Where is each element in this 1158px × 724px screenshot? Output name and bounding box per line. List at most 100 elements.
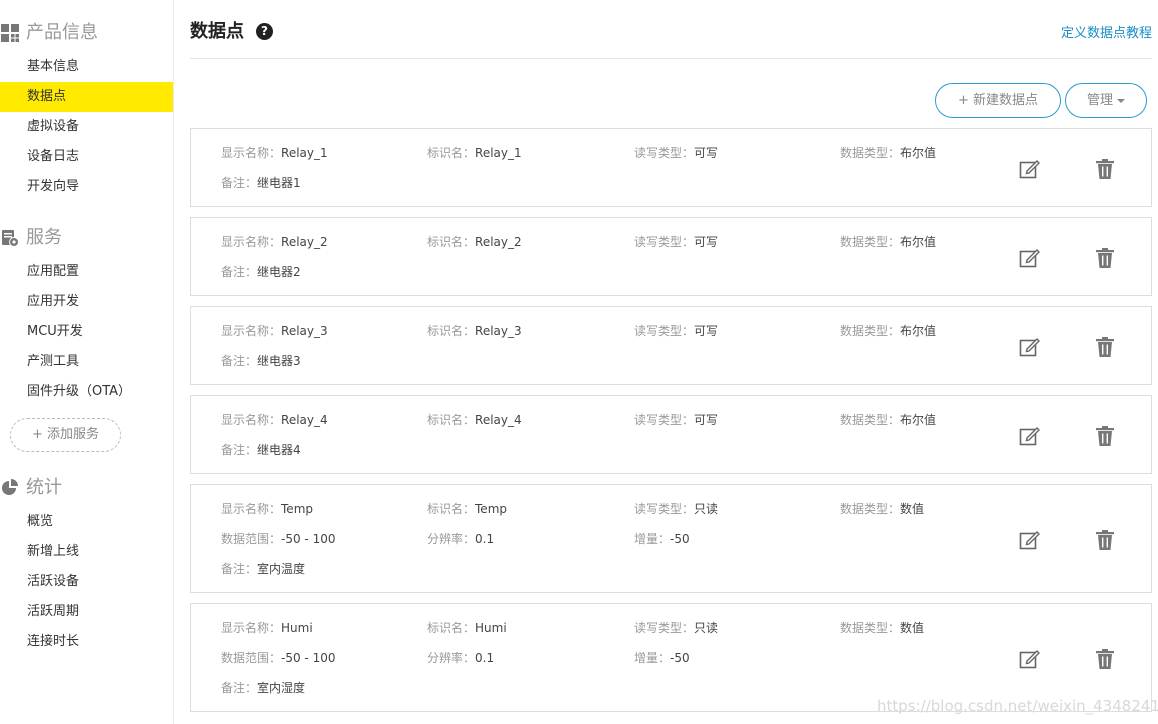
remark: 备注：室内湿度 [221, 679, 305, 697]
rw-type: 读写类型：可写 [634, 411, 718, 429]
display-name-label: 显示名称： [221, 235, 282, 249]
rw-type-value: 可写 [694, 146, 719, 160]
data-range-value: -50 - 100 [281, 651, 336, 665]
sidebar-item-ota[interactable]: 固件升级（OTA） [0, 377, 173, 407]
sidebar-item-new-online[interactable]: 新增上线 [0, 537, 173, 567]
resolution-value: 0.1 [475, 532, 495, 546]
add-service-button[interactable]: + 添加服务 [10, 418, 121, 452]
remark: 备注：继电器4 [221, 441, 301, 459]
pie-chart-icon [2, 479, 18, 495]
display-name: 显示名称：Temp [221, 500, 313, 518]
sidebar-item-connect-duration[interactable]: 连接时长 [0, 627, 173, 657]
display-name: 显示名称：Relay_4 [221, 411, 328, 429]
rw-type: 读写类型：只读 [634, 619, 718, 637]
identifier-label: 标识名： [427, 502, 476, 516]
data-type: 数据类型：布尔值 [840, 233, 936, 251]
identifier-value: Relay_4 [475, 413, 522, 427]
resolution: 分辨率：0.1 [427, 530, 494, 548]
trash-icon[interactable] [1094, 336, 1116, 358]
sidebar-item-app-config[interactable]: 应用配置 [0, 257, 173, 287]
identifier: 标识名：Relay_3 [427, 322, 522, 340]
display-name-label: 显示名称： [221, 324, 282, 338]
page-title: 数据点 [190, 21, 244, 42]
data-range: 数据范围：-50 - 100 [221, 649, 335, 667]
edit-icon[interactable] [1019, 247, 1041, 269]
data-type: 数据类型：数值 [840, 500, 924, 518]
sidebar-item-basic-info[interactable]: 基本信息 [0, 52, 173, 82]
sidebar-item-dev-guide[interactable]: 开发向导 [0, 172, 173, 202]
remark-value: 继电器3 [257, 354, 301, 368]
section-header-product-info: 产品信息 [0, 20, 174, 46]
data-type-label: 数据类型： [840, 413, 901, 427]
datapoint-card: 显示名称：Relay_2 标识名：Relay_2 读写类型：可写 数据类型：布尔值 备注… [190, 217, 1152, 296]
identifier-value: Relay_3 [475, 324, 522, 338]
data-type-value: 数值 [900, 621, 925, 635]
remark-label: 备注： [221, 443, 258, 457]
manage-label: 管理 [1086, 93, 1113, 108]
remark-label: 备注： [221, 681, 258, 695]
edit-icon[interactable] [1019, 425, 1041, 447]
remark-value: 室内湿度 [257, 681, 306, 695]
new-datapoint-button[interactable]: + 新建数据点 [935, 83, 1061, 118]
section-header-services: 服务 [0, 225, 174, 251]
trash-icon[interactable] [1094, 247, 1116, 269]
trash-icon[interactable] [1094, 648, 1116, 670]
data-type: 数据类型：数值 [840, 619, 924, 637]
sidebar-item-mcu-dev[interactable]: MCU开发 [0, 317, 173, 347]
sidebar-item-virtual-device[interactable]: 虚拟设备 [0, 112, 173, 142]
identifier-value: Relay_2 [475, 235, 522, 249]
display-name-value: Relay_1 [281, 146, 328, 160]
rw-type: 读写类型：只读 [634, 500, 718, 518]
rw-type-label: 读写类型： [634, 146, 695, 160]
data-type-label: 数据类型： [840, 146, 901, 160]
manage-button[interactable]: 管理 [1065, 83, 1147, 118]
edit-icon[interactable] [1019, 529, 1041, 551]
section-title: 服务 [26, 227, 62, 248]
identifier: 标识名：Relay_1 [427, 144, 522, 162]
identifier-value: Temp [475, 502, 507, 516]
sidebar-item-device-log[interactable]: 设备日志 [0, 142, 173, 172]
data-type-value: 布尔值 [900, 324, 937, 338]
data-type-value: 数值 [900, 502, 925, 516]
identifier: 标识名：Relay_2 [427, 233, 522, 251]
edit-icon[interactable] [1019, 336, 1041, 358]
tutorial-link[interactable]: 定义数据点教程 [1061, 22, 1152, 41]
sidebar-item-app-dev[interactable]: 应用开发 [0, 287, 173, 317]
sidebar-item-overview[interactable]: 概览 [0, 507, 173, 537]
datapoint-card: 显示名称：Relay_1 标识名：Relay_1 读写类型：可写 数据类型：布尔值 备注… [190, 128, 1152, 207]
remark-value: 室内温度 [257, 562, 306, 576]
display-name-value: Relay_4 [281, 413, 328, 427]
increment-value: -50 [670, 651, 690, 665]
sidebar-item-active-period[interactable]: 活跃周期 [0, 597, 173, 627]
resolution-value: 0.1 [475, 651, 495, 665]
edit-icon[interactable] [1019, 648, 1041, 670]
edit-icon[interactable] [1019, 158, 1041, 180]
resolution-label: 分辨率： [427, 651, 476, 665]
sidebar-item-test-tool[interactable]: 产测工具 [0, 347, 173, 377]
display-name-value: Humi [281, 621, 313, 635]
remark-label: 备注： [221, 176, 258, 190]
identifier-label: 标识名： [427, 235, 476, 249]
sidebar-item-active-devices[interactable]: 活跃设备 [0, 567, 173, 597]
trash-icon[interactable] [1094, 158, 1116, 180]
rw-type-label: 读写类型： [634, 324, 695, 338]
trash-icon[interactable] [1094, 425, 1116, 447]
section-title: 统计 [26, 477, 62, 498]
resolution-label: 分辨率： [427, 532, 476, 546]
sidebar-item-datapoints[interactable]: 数据点 [0, 82, 173, 112]
section-title: 产品信息 [26, 22, 98, 43]
increment-label: 增量： [634, 651, 671, 665]
trash-icon[interactable] [1094, 529, 1116, 551]
identifier-label: 标识名： [427, 413, 476, 427]
display-name-label: 显示名称： [221, 502, 282, 516]
remark: 备注：继电器1 [221, 174, 301, 192]
identifier-label: 标识名： [427, 146, 476, 160]
identifier-label: 标识名： [427, 621, 476, 635]
identifier-value: Relay_1 [475, 146, 522, 160]
increment-label: 增量： [634, 532, 671, 546]
data-type-label: 数据类型： [840, 235, 901, 249]
help-icon[interactable]: ? [256, 23, 273, 40]
data-range-label: 数据范围： [221, 532, 282, 546]
display-name: 显示名称：Relay_1 [221, 144, 328, 162]
data-type: 数据类型：布尔值 [840, 322, 936, 340]
